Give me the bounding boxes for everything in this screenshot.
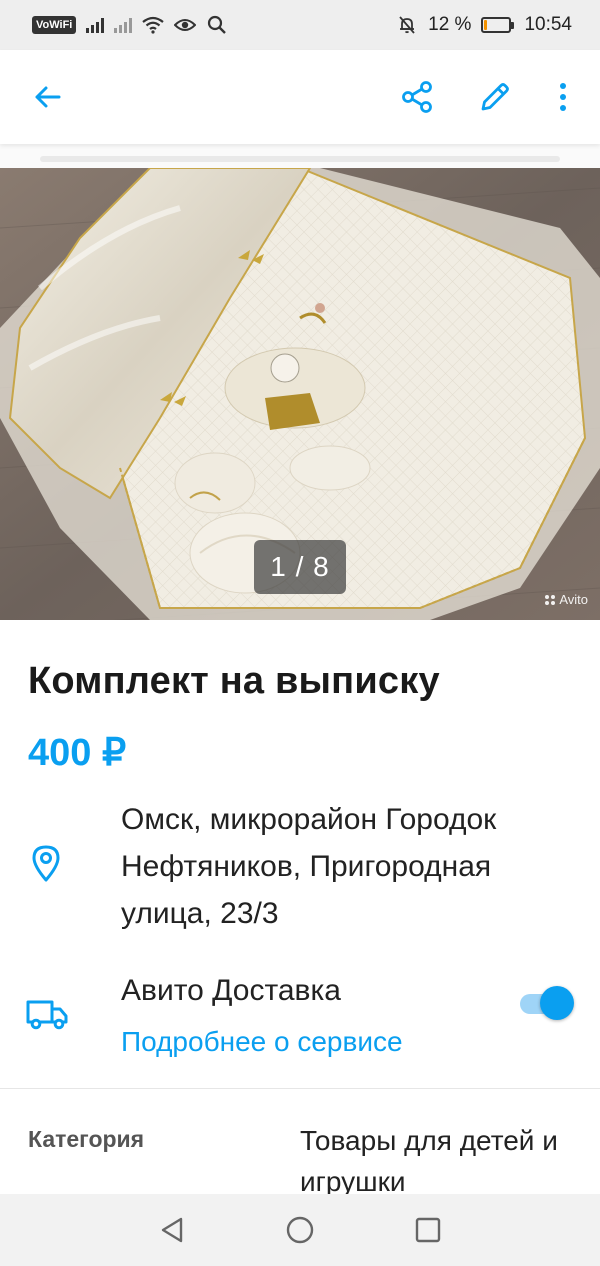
listing-title: Комплект на выписку xyxy=(28,660,440,702)
screen: VoWiFi 12 % 10:54 1 / 8 Avito Комплект н… xyxy=(0,0,600,1266)
nav-back-button[interactable] xyxy=(108,1194,236,1266)
delivery-info-link[interactable]: Подробнее о сервисе xyxy=(121,1026,403,1058)
signal-no-service-icon xyxy=(114,17,133,33)
battery-fill xyxy=(484,20,488,30)
back-arrow-icon xyxy=(35,86,61,108)
app-bar xyxy=(0,50,600,144)
delivery-truck-icon xyxy=(26,1000,68,1030)
back-button[interactable] xyxy=(22,72,72,122)
category-label: Категория xyxy=(28,1126,145,1152)
category-value: Товары для детей и игрушки xyxy=(300,1125,558,1197)
edit-pencil-icon xyxy=(481,83,509,111)
wifi-icon xyxy=(142,14,165,36)
share-icon xyxy=(402,81,432,113)
vowifi-badge: VoWiFi xyxy=(32,16,77,34)
status-bar: VoWiFi 12 % 10:54 xyxy=(0,0,600,50)
location-pin-icon xyxy=(32,845,60,882)
status-bar-right: 12 % 10:54 xyxy=(396,14,572,36)
toggle-knob xyxy=(540,986,574,1020)
app-bar-actions xyxy=(392,72,578,122)
battery-percent: 12 % xyxy=(428,14,472,35)
delivery-toggle[interactable] xyxy=(520,986,576,1020)
listing-price: 400 ₽ xyxy=(28,732,127,774)
bell-muted-icon xyxy=(396,14,418,36)
photo-counter: 1 / 8 xyxy=(254,540,346,594)
more-vertical-icon xyxy=(560,83,566,111)
eye-icon xyxy=(174,14,197,36)
nav-home-button[interactable] xyxy=(236,1194,364,1266)
clock: 10:54 xyxy=(524,14,572,35)
avito-watermark: Avito xyxy=(545,592,588,607)
edit-button[interactable] xyxy=(470,72,520,122)
recents-square-icon xyxy=(415,1217,441,1243)
search-icon xyxy=(206,14,228,36)
signal-icon xyxy=(86,17,105,33)
status-bar-left: VoWiFi xyxy=(32,14,228,36)
more-options-button[interactable] xyxy=(548,72,578,122)
home-circle-icon xyxy=(286,1216,314,1244)
section-divider xyxy=(0,1088,600,1089)
battery-icon xyxy=(481,17,515,33)
address-text: Омск, микрорайон Городок Нефтяников, При… xyxy=(121,803,497,930)
watermark-text: Avito xyxy=(559,592,588,607)
header-gap-line xyxy=(40,156,560,162)
system-nav-bar xyxy=(0,1194,600,1266)
photo-gallery[interactable]: 1 / 8 Avito xyxy=(0,168,600,620)
back-triangle-icon xyxy=(161,1217,183,1243)
delivery-row: Авито Доставка Подробнее о сервисе xyxy=(0,970,600,1070)
share-button[interactable] xyxy=(392,72,442,122)
nav-recents-button[interactable] xyxy=(364,1194,492,1266)
avito-logo-icon xyxy=(545,594,556,605)
delivery-title: Авито Доставка xyxy=(121,974,341,1007)
